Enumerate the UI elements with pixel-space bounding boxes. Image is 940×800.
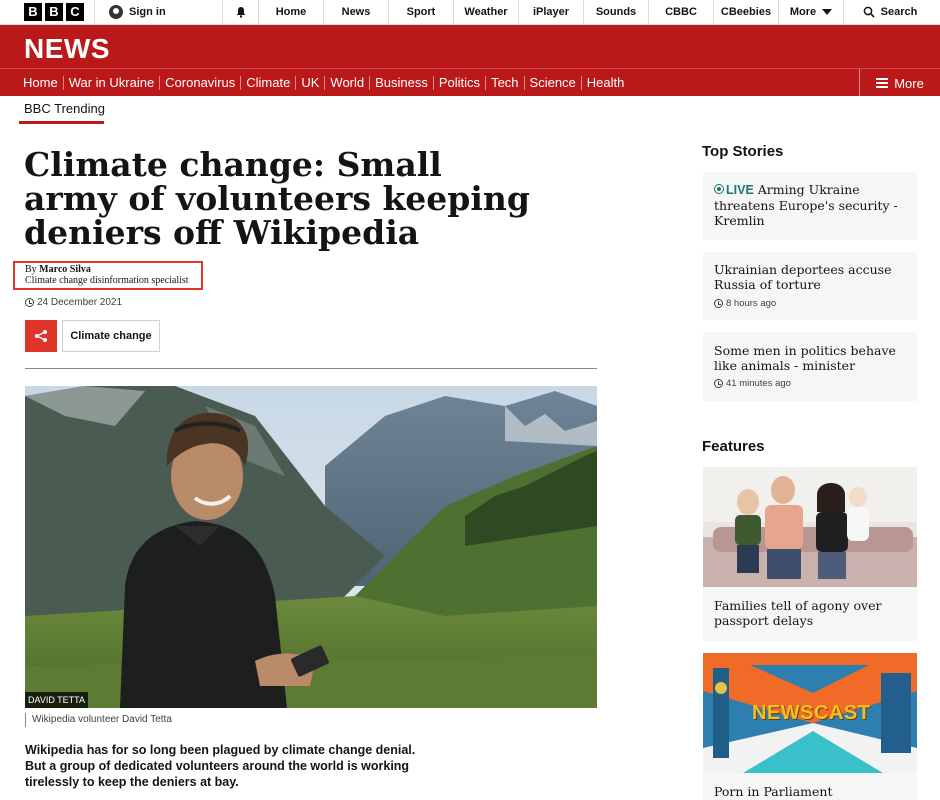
top-story-time: 41 minutes ago [714, 378, 791, 389]
top-story-time-text: 41 minutes ago [726, 378, 791, 389]
top-story-headline: LIVE Arming Ukraine threatens Europe's s… [714, 182, 909, 228]
top-story-time: 8 hours ago [714, 298, 776, 309]
news-banner: NEWS [0, 25, 940, 68]
secnav-world[interactable]: World [324, 76, 369, 90]
logo-letter: C [66, 3, 84, 21]
feature-headline: Families tell of agony over passport del… [714, 598, 882, 628]
chevron-down-icon [822, 9, 833, 15]
hero-image: DAVID TETTA [25, 386, 597, 708]
sign-in-button[interactable]: Sign in [95, 0, 223, 24]
share-icon [35, 330, 47, 342]
image-caption: Wikipedia volunteer David Tetta [25, 713, 172, 727]
sign-in-label: Sign in [129, 6, 166, 18]
search-label: Search [880, 6, 918, 18]
feature-card[interactable]: Families tell of agony over passport del… [703, 587, 917, 641]
secnav-science[interactable]: Science [523, 76, 581, 90]
article-headline: Climate change: Small army of volunteers… [24, 145, 530, 252]
author-name[interactable]: Marco Silva [39, 264, 91, 275]
newscast-logo-text: NEWSCAST [752, 702, 871, 724]
top-story-card[interactable]: LIVE Arming Ukraine threatens Europe's s… [703, 172, 917, 240]
global-navigation: B B C Sign in Home News Sport Weather iP… [0, 0, 940, 25]
article-date-text: 24 December 2021 [37, 297, 123, 308]
mountain-valley-photo [25, 386, 597, 708]
topnav-more[interactable]: More [779, 0, 844, 24]
menu-icon [876, 78, 889, 88]
topnav-cbeebies[interactable]: CBeebies [714, 0, 779, 24]
secnav-health[interactable]: Health [580, 76, 630, 90]
section-navigation: Home War in Ukraine Coronavirus Climate … [0, 68, 940, 97]
secnav-uk[interactable]: UK [295, 76, 324, 90]
feature-headline: Porn in Parliament [714, 784, 833, 799]
logo-letter: B [45, 3, 63, 21]
notifications-button[interactable] [223, 0, 259, 24]
secnav-politics[interactable]: Politics [432, 76, 485, 90]
secnav-more-button[interactable]: More [859, 69, 940, 97]
search-icon [863, 6, 875, 18]
family-photo [703, 467, 917, 587]
image-credit: DAVID TETTA [25, 692, 89, 708]
live-icon [714, 184, 724, 194]
bell-icon [236, 7, 245, 18]
clock-icon [714, 299, 723, 308]
secnav-business[interactable]: Business [369, 76, 433, 90]
article-lead: Wikipedia has for so long been plagued b… [25, 743, 416, 789]
share-button[interactable] [25, 320, 57, 352]
topnav-iplayer[interactable]: iPlayer [519, 0, 584, 24]
top-story-time-text: 8 hours ago [726, 298, 777, 309]
features-title: Features [702, 438, 765, 455]
feature-card[interactable]: Porn in Parliament [703, 773, 917, 800]
secnav-war-in-ukraine[interactable]: War in Ukraine [62, 76, 159, 90]
clock-icon [25, 298, 34, 307]
secnav-tech[interactable]: Tech [485, 76, 523, 90]
top-story-headline: Ukrainian deportees accuse Russia of tor… [714, 262, 892, 292]
subsection-underline [19, 121, 104, 124]
subsection-link[interactable]: BBC Trending [24, 101, 105, 116]
top-story-card[interactable]: Some men in politics behave like animals… [703, 332, 917, 401]
search-button[interactable]: Search [844, 0, 936, 24]
author-role: Climate change disinformation specialist [25, 275, 189, 286]
topic-tag[interactable]: Climate change [62, 320, 160, 352]
top-story-headline: Some men in politics behave like animals… [714, 343, 896, 373]
secnav-home[interactable]: Home [18, 76, 63, 90]
top-nav: Home News Sport Weather iPlayer Sounds C… [259, 0, 844, 24]
topnav-home[interactable]: Home [259, 0, 324, 24]
user-icon [109, 5, 123, 19]
secnav-more-label: More [894, 75, 924, 91]
news-logo[interactable]: NEWS [24, 33, 110, 65]
clock-icon [714, 379, 723, 388]
topnav-more-label: More [789, 6, 817, 18]
topnav-sport[interactable]: Sport [389, 0, 454, 24]
byline-prefix: By [25, 264, 40, 275]
top-stories-title: Top Stories [702, 143, 784, 160]
feature-image[interactable] [703, 467, 917, 587]
secnav-coronavirus[interactable]: Coronavirus [159, 76, 240, 90]
divider [25, 368, 597, 369]
logo-letter: B [24, 3, 42, 21]
topnav-cbbc[interactable]: CBBC [649, 0, 714, 24]
topnav-sounds[interactable]: Sounds [584, 0, 649, 24]
live-label: LIVE [726, 183, 754, 197]
article-date: 24 December 2021 [25, 297, 122, 308]
secnav-climate[interactable]: Climate [240, 76, 295, 90]
bbc-logo[interactable]: B B C [0, 0, 95, 24]
topnav-weather[interactable]: Weather [454, 0, 519, 24]
top-story-card[interactable]: Ukrainian deportees accuse Russia of tor… [703, 252, 917, 320]
topnav-news[interactable]: News [324, 0, 389, 24]
byline: By Marco Silva [25, 264, 91, 275]
